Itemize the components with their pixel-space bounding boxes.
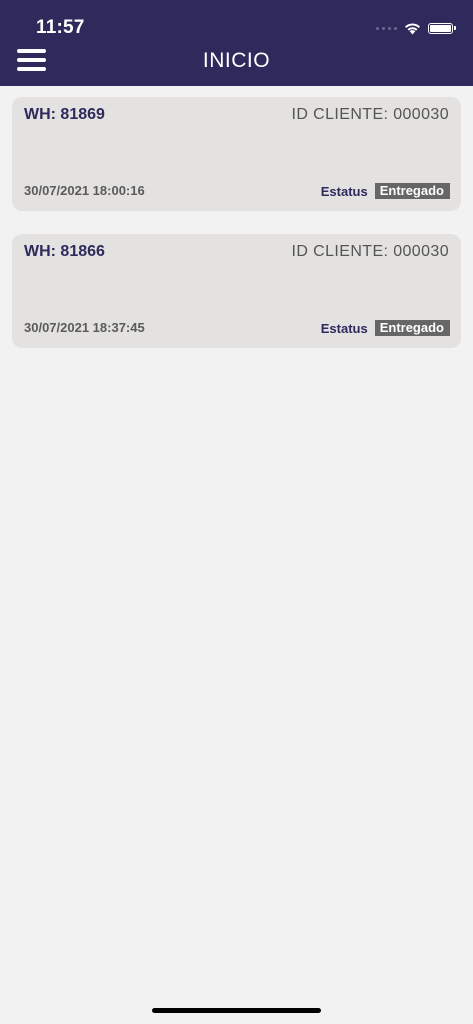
order-status: Estatus Entregado	[321, 183, 450, 199]
order-status: Estatus Entregado	[321, 320, 450, 336]
status-label: Estatus	[320, 183, 368, 199]
order-wh-number: WH: 81869	[24, 106, 105, 123]
app-header: 11:57 INICIO	[0, 0, 473, 86]
order-card[interactable]: WH: 81866 ID CLIENTE: 000030 30/07/2021 …	[12, 234, 461, 348]
page-title: INICIO	[202, 49, 271, 72]
status-bar-icons	[376, 20, 456, 36]
status-label: Estatus	[320, 320, 368, 336]
wifi-icon	[405, 22, 420, 34]
battery-icon	[428, 22, 456, 34]
status-badge: Entregado	[374, 320, 450, 336]
order-datetime: 30/07/2021 18:37:45	[24, 320, 145, 335]
order-wh-number: WH: 81866	[24, 243, 105, 260]
order-card[interactable]: WH: 81869 ID CLIENTE: 000030 30/07/2021 …	[12, 97, 461, 211]
status-bar-time: 11:57	[36, 17, 85, 38]
status-badge: Entregado	[374, 183, 450, 199]
order-client-id: ID CLIENTE: 000030	[291, 243, 449, 260]
home-indicator[interactable]	[152, 1008, 321, 1013]
order-client-id: ID CLIENTE: 000030	[291, 106, 449, 123]
cellular-signal-icon	[376, 26, 397, 30]
order-datetime: 30/07/2021 18:00:16	[24, 183, 145, 198]
